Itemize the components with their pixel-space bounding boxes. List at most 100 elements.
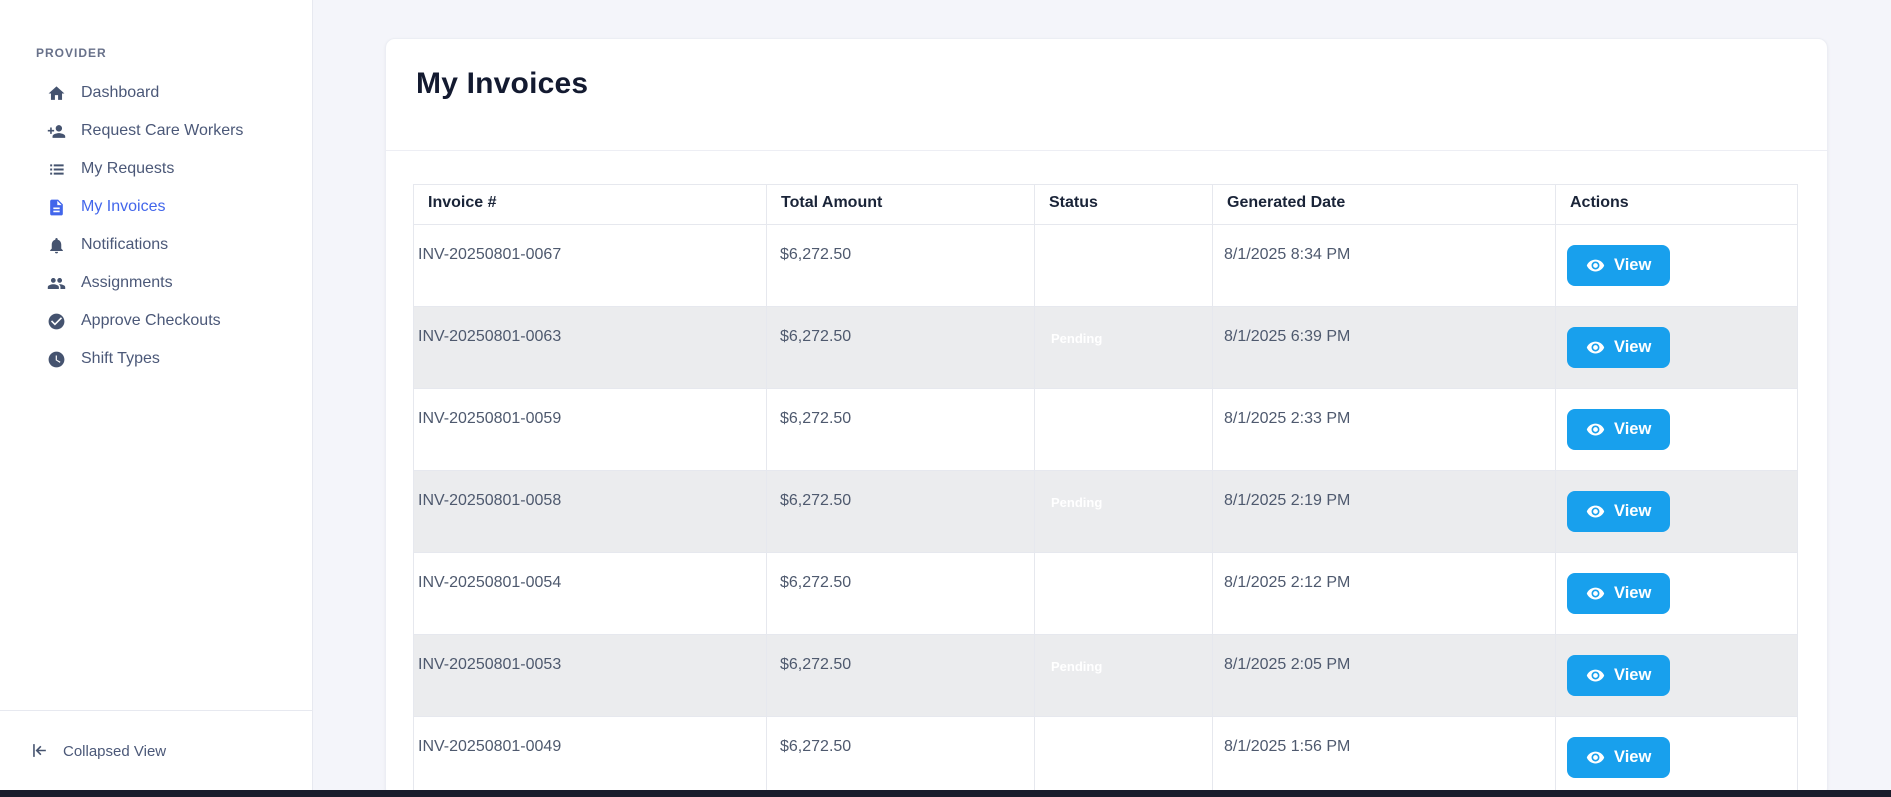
invoice-number-cell: INV-20250801-0063: [414, 307, 767, 389]
generated-date-cell: 8/1/2025 2:12 PM: [1213, 553, 1556, 635]
sidebar-item-my-requests[interactable]: My Requests: [0, 150, 312, 188]
actions-cell: View: [1556, 471, 1798, 553]
sidebar-item-notifications[interactable]: Notifications: [0, 226, 312, 264]
sidebar-item-label: My Invoices: [81, 198, 165, 216]
sidebar-item-assignments[interactable]: Assignments: [0, 264, 312, 302]
view-button-label: View: [1614, 502, 1651, 521]
card-header: My Invoices: [386, 39, 1827, 151]
invoice-number-cell: INV-20250801-0059: [414, 389, 767, 471]
generated-date-cell: 8/1/2025 2:05 PM: [1213, 635, 1556, 717]
invoice-file-icon: [46, 197, 66, 217]
sidebar-item-label: My Requests: [81, 160, 174, 178]
sidebar-item-label: Request Care Workers: [81, 122, 243, 140]
sidebar-item-shift-types[interactable]: Shift Types: [0, 340, 312, 378]
total-amount-cell: $6,272.50: [767, 225, 1035, 307]
status-cell: Pending: [1035, 717, 1213, 797]
invoice-number-cell: INV-20250801-0067: [414, 225, 767, 307]
status-cell: Pending: [1035, 307, 1213, 389]
actions-cell: View: [1556, 553, 1798, 635]
view-button[interactable]: View: [1567, 491, 1670, 532]
column-header-invoice: Invoice #: [414, 185, 767, 225]
status-badge: Pending: [1051, 331, 1102, 346]
invoice-number-cell: INV-20250801-0054: [414, 553, 767, 635]
sidebar: PROVIDER Dashboard Request Care Workers …: [0, 0, 313, 797]
view-button[interactable]: View: [1567, 737, 1670, 778]
view-button-label: View: [1614, 748, 1651, 767]
page-title: My Invoices: [416, 67, 1827, 101]
collapse-left-icon: [30, 741, 50, 761]
generated-date-cell: 8/1/2025 6:39 PM: [1213, 307, 1556, 389]
sidebar-item-approve-checkouts[interactable]: Approve Checkouts: [0, 302, 312, 340]
total-amount-cell: $6,272.50: [767, 717, 1035, 797]
sidebar-nav: Dashboard Request Care Workers My Reques…: [0, 74, 312, 378]
view-button[interactable]: View: [1567, 655, 1670, 696]
view-button[interactable]: View: [1567, 409, 1670, 450]
column-header-status: Status: [1035, 185, 1213, 225]
table-row: INV-20250801-0063 $6,272.50 Pending 8/1/…: [414, 307, 1798, 389]
view-button[interactable]: View: [1567, 573, 1670, 614]
home-icon: [46, 83, 66, 103]
sidebar-item-request-care-workers[interactable]: Request Care Workers: [0, 112, 312, 150]
table-row: INV-20250801-0049 $6,272.50 Pending 8/1/…: [414, 717, 1798, 797]
invoices-table: Invoice # Total Amount Status Generated …: [413, 184, 1798, 797]
invoice-number-cell: INV-20250801-0058: [414, 471, 767, 553]
table-row: INV-20250801-0058 $6,272.50 Pending 8/1/…: [414, 471, 1798, 553]
eye-icon: [1586, 748, 1605, 767]
generated-date-cell: 8/1/2025 1:56 PM: [1213, 717, 1556, 797]
card-body: Invoice # Total Amount Status Generated …: [386, 151, 1827, 797]
actions-cell: View: [1556, 307, 1798, 389]
status-badge: Pending: [1051, 659, 1102, 674]
view-button-label: View: [1614, 584, 1651, 603]
app-root: PROVIDER Dashboard Request Care Workers …: [0, 0, 1891, 797]
sidebar-item-label: Shift Types: [81, 350, 160, 368]
clock-icon: [46, 349, 66, 369]
main-content: My Invoices Invoice # Total Amount Statu…: [313, 0, 1891, 797]
actions-cell: View: [1556, 717, 1798, 797]
sidebar-item-label: Approve Checkouts: [81, 312, 221, 330]
eye-icon: [1586, 502, 1605, 521]
sidebar-section-label: PROVIDER: [36, 46, 312, 60]
view-button-label: View: [1614, 420, 1651, 439]
status-cell: Pending: [1035, 471, 1213, 553]
table-body: INV-20250801-0067 $6,272.50 Pending 8/1/…: [414, 225, 1798, 797]
status-cell: Pending: [1035, 225, 1213, 307]
person-plus-icon: [46, 121, 66, 141]
sidebar-item-dashboard[interactable]: Dashboard: [0, 74, 312, 112]
total-amount-cell: $6,272.50: [767, 553, 1035, 635]
total-amount-cell: $6,272.50: [767, 635, 1035, 717]
list-icon: [46, 159, 66, 179]
sidebar-item-label: Dashboard: [81, 84, 159, 102]
table-header: Invoice # Total Amount Status Generated …: [414, 185, 1798, 225]
table-row: INV-20250801-0054 $6,272.50 Pending 8/1/…: [414, 553, 1798, 635]
invoice-number-cell: INV-20250801-0049: [414, 717, 767, 797]
column-header-generated-date: Generated Date: [1213, 185, 1556, 225]
column-header-actions: Actions: [1556, 185, 1798, 225]
view-button[interactable]: View: [1567, 327, 1670, 368]
check-circle-icon: [46, 311, 66, 331]
invoice-number-cell: INV-20250801-0053: [414, 635, 767, 717]
collapse-view-label: Collapsed View: [63, 743, 166, 760]
sidebar-item-my-invoices[interactable]: My Invoices: [0, 188, 312, 226]
status-badge: Pending: [1051, 495, 1102, 510]
generated-date-cell: 8/1/2025 2:33 PM: [1213, 389, 1556, 471]
actions-cell: View: [1556, 389, 1798, 471]
actions-cell: View: [1556, 635, 1798, 717]
view-button-label: View: [1614, 666, 1651, 685]
users-icon: [46, 273, 66, 293]
table-row: INV-20250801-0059 $6,272.50 Pending 8/1/…: [414, 389, 1798, 471]
total-amount-cell: $6,272.50: [767, 307, 1035, 389]
view-button[interactable]: View: [1567, 245, 1670, 286]
eye-icon: [1586, 256, 1605, 275]
eye-icon: [1586, 584, 1605, 603]
table-row: INV-20250801-0067 $6,272.50 Pending 8/1/…: [414, 225, 1798, 307]
view-button-label: View: [1614, 256, 1651, 275]
generated-date-cell: 8/1/2025 2:19 PM: [1213, 471, 1556, 553]
status-cell: Pending: [1035, 553, 1213, 635]
eye-icon: [1586, 338, 1605, 357]
eye-icon: [1586, 666, 1605, 685]
status-cell: Pending: [1035, 389, 1213, 471]
collapse-view-toggle[interactable]: Collapsed View: [0, 710, 312, 791]
column-header-total-amount: Total Amount: [767, 185, 1035, 225]
generated-date-cell: 8/1/2025 8:34 PM: [1213, 225, 1556, 307]
sidebar-item-label: Assignments: [81, 274, 173, 292]
